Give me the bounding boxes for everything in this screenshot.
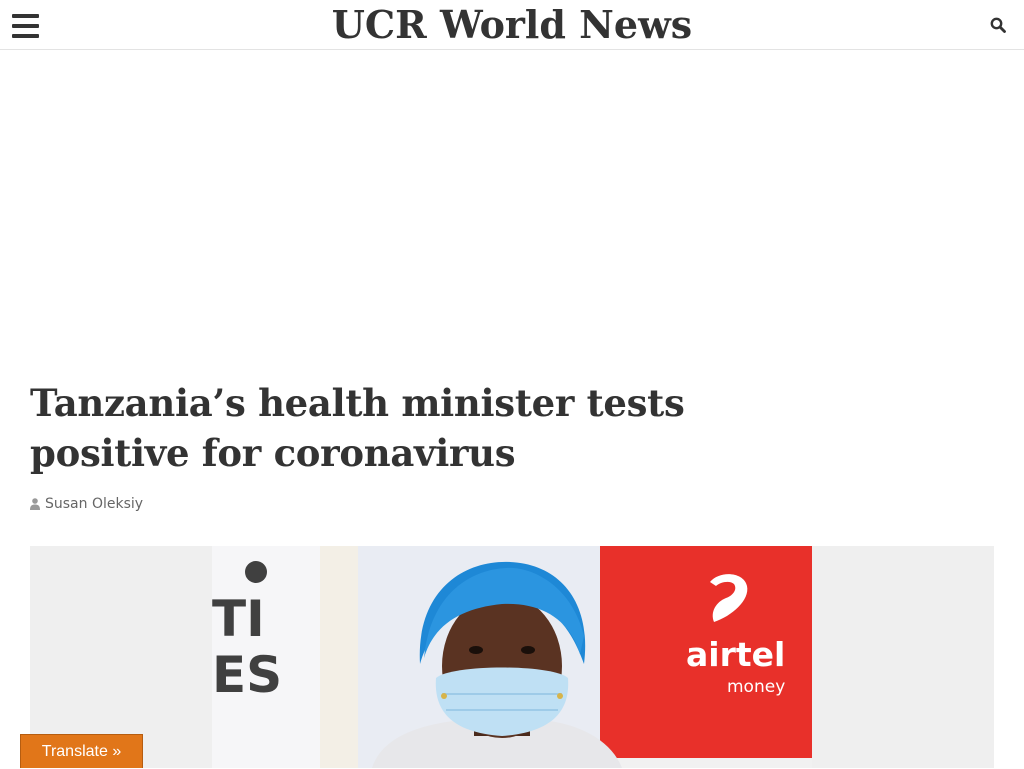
- featured-photo-illustration: TI ES airtel money: [212, 546, 812, 768]
- backdrop-text-ti: TI: [212, 590, 265, 648]
- featured-image: TI ES airtel money: [212, 546, 812, 768]
- site-header: UCR World News: [0, 0, 1024, 50]
- translate-button[interactable]: Translate »: [20, 734, 143, 768]
- featured-image-container: TI ES airtel money: [30, 546, 994, 768]
- author-link[interactable]: Susan Oleksiy: [45, 496, 143, 512]
- backdrop-text-es: ES: [212, 646, 282, 704]
- advertisement-space: [0, 51, 1024, 351]
- article-title: Tanzania’s health minister tests positiv…: [30, 381, 685, 475]
- hamburger-menu-icon[interactable]: [12, 14, 39, 38]
- airtel-money-text: money: [727, 677, 785, 697]
- article-byline: Susan Oleksiy: [30, 494, 143, 514]
- user-icon: [30, 498, 40, 510]
- airtel-logo-text: airtel: [686, 635, 785, 674]
- site-title-link[interactable]: UCR World News: [332, 2, 692, 47]
- site-title-container: UCR World News: [0, 0, 1024, 50]
- search-icon[interactable]: [990, 17, 1006, 33]
